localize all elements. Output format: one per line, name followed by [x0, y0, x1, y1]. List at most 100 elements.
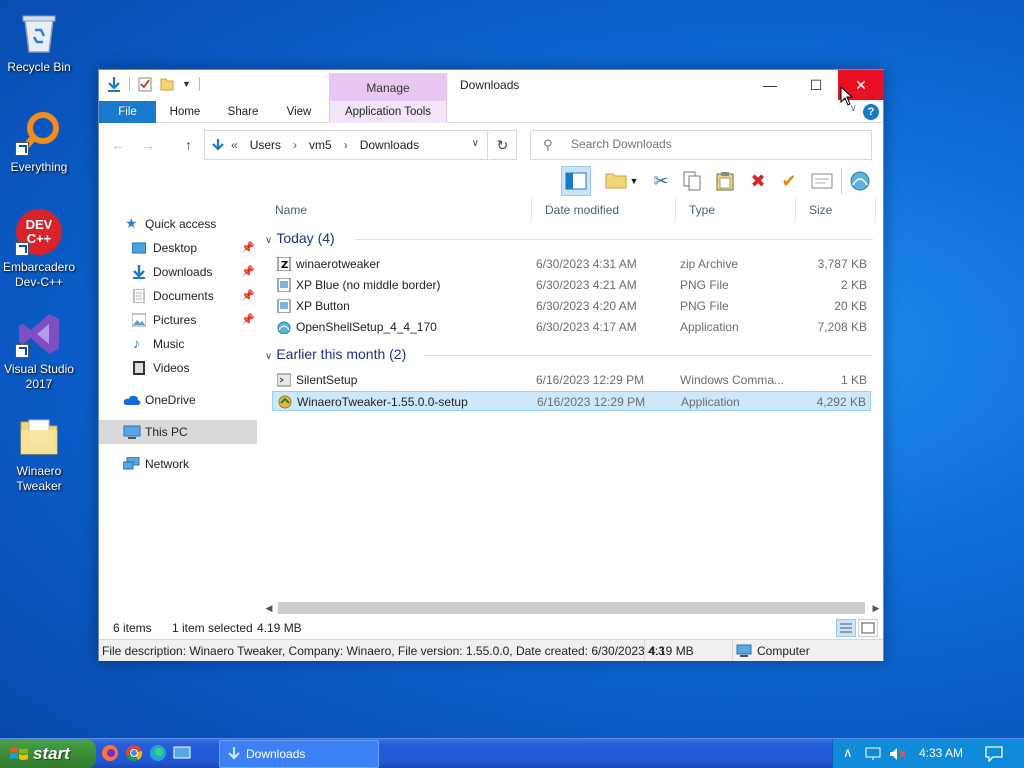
- breadcrumb-separator-icon[interactable]: ›: [344, 138, 348, 152]
- desktop-icon-devcpp[interactable]: DEV C++ Embarcadero Dev-C++: [0, 208, 78, 290]
- navigation-pane-button[interactable]: [561, 166, 591, 196]
- scroll-left-icon[interactable]: ◀: [262, 600, 276, 616]
- nav-onedrive[interactable]: OneDrive: [99, 388, 257, 412]
- breadcrumb-downloads[interactable]: Downloads: [360, 138, 419, 152]
- command-toolbar: ▼ ✂ ✖ ✔: [561, 166, 881, 196]
- file-list: Name Date modified Type Size ∨ Today (4) …: [262, 198, 883, 598]
- file-row[interactable]: XP Button 6/30/2023 4:20 AM PNG File 20 …: [272, 296, 871, 316]
- nav-desktop[interactable]: Desktop 📌: [99, 236, 257, 260]
- horizontal-scrollbar[interactable]: ◀ ▶: [262, 600, 883, 616]
- forward-button[interactable]: →: [141, 137, 155, 153]
- column-header-size[interactable]: Size: [796, 198, 876, 222]
- breadcrumb-vm5[interactable]: vm5: [309, 138, 332, 152]
- nav-this-pc[interactable]: This PC: [99, 420, 257, 444]
- nav-music[interactable]: ♪ Music: [99, 332, 257, 356]
- file-row[interactable]: SilentSetup 6/16/2023 12:29 PM Windows C…: [272, 370, 871, 390]
- paste-icon[interactable]: [710, 166, 740, 196]
- file-type: Windows Comma...: [680, 373, 785, 387]
- desktop-icon-recycle-bin[interactable]: Recycle Bin: [0, 8, 78, 75]
- tab-share[interactable]: Share: [219, 101, 267, 123]
- column-header-date[interactable]: Date modified: [532, 198, 676, 222]
- nav-pictures[interactable]: Pictures 📌: [99, 308, 257, 332]
- nav-documents[interactable]: Documents 📌: [99, 284, 257, 308]
- manage-tab[interactable]: Manage: [329, 73, 447, 101]
- breadcrumb-users[interactable]: Users: [250, 138, 281, 152]
- customize-qat-icon[interactable]: ▼: [182, 79, 191, 89]
- firefox-icon[interactable]: [100, 743, 120, 763]
- desktop-icon-winaero-tweaker[interactable]: Winaero Tweaker: [0, 412, 78, 494]
- tab-application-tools[interactable]: Application Tools: [329, 101, 447, 123]
- properties-icon[interactable]: [138, 76, 152, 92]
- tab-home[interactable]: Home: [161, 101, 209, 123]
- explorer-window[interactable]: ▼ Manage Downloads — ☐ ✕ File Home Share…: [98, 69, 884, 661]
- chrome-icon[interactable]: [124, 743, 144, 763]
- large-icons-view-button[interactable]: [858, 619, 878, 637]
- scroll-right-icon[interactable]: ▶: [869, 600, 883, 616]
- delete-icon[interactable]: ✖: [743, 166, 773, 196]
- computer-icon: [736, 644, 752, 657]
- volume-muted-icon[interactable]: [889, 747, 907, 761]
- breadcrumb-separator-icon[interactable]: ›: [293, 138, 297, 152]
- group-title: Earlier this month (2): [276, 346, 407, 362]
- status-bar: 6 items 1 item selected 4.19 MB: [99, 617, 883, 639]
- file-row[interactable]: OpenShellSetup_4_4_170 6/30/2023 4:17 AM…: [272, 317, 871, 337]
- group-header-today[interactable]: ∨ Today (4): [265, 230, 873, 246]
- title-bar[interactable]: ▼ Manage Downloads — ☐ ✕: [99, 70, 884, 101]
- scrollbar-thumb[interactable]: [278, 602, 865, 614]
- nav-videos[interactable]: Videos: [99, 356, 257, 380]
- address-bar[interactable]: « Users › vm5 › Downloads ∨: [204, 130, 488, 160]
- pin-icon[interactable]: 📌: [241, 308, 255, 332]
- edge-icon[interactable]: [148, 743, 168, 763]
- file-row[interactable]: Z winaerotweaker 6/30/2023 4:31 AM zip A…: [272, 254, 871, 274]
- minimize-button[interactable]: —: [747, 70, 793, 100]
- network-icon[interactable]: [865, 747, 881, 761]
- item-count: 6 items: [113, 621, 152, 635]
- pictures-icon: [132, 313, 146, 327]
- pin-icon[interactable]: 📌: [241, 260, 255, 284]
- nav-quick-access[interactable]: ★ Quick access: [99, 212, 257, 236]
- file-name: XP Blue (no middle border): [296, 278, 441, 292]
- column-header-type[interactable]: Type: [676, 198, 796, 222]
- chevron-up-icon[interactable]: ∧: [843, 745, 853, 761]
- column-header-name[interactable]: Name: [262, 198, 532, 222]
- pin-icon[interactable]: 📌: [241, 284, 255, 308]
- copy-icon[interactable]: [677, 166, 707, 196]
- show-desktop-icon[interactable]: [172, 743, 192, 763]
- cut-icon[interactable]: ✂: [646, 166, 676, 196]
- up-button[interactable]: ↑: [185, 137, 192, 153]
- everything-icon: [15, 108, 63, 156]
- maximize-button[interactable]: ☐: [793, 70, 839, 100]
- desktop-icon-visual-studio[interactable]: Visual Studio 2017: [0, 310, 78, 392]
- desktop-icon-everything[interactable]: Everything: [0, 108, 78, 175]
- notifications-icon[interactable]: [985, 746, 1003, 762]
- nav-downloads[interactable]: Downloads 📌: [99, 260, 257, 284]
- file-row-selected[interactable]: WinaeroTweaker-1.55.0.0-setup 6/16/2023 …: [272, 391, 871, 411]
- clock[interactable]: 4:33 AM: [919, 746, 963, 760]
- pin-icon[interactable]: 📌: [241, 236, 255, 260]
- group-header-earlier-this-month[interactable]: ∨ Earlier this month (2): [265, 346, 873, 362]
- back-button[interactable]: ←: [111, 137, 125, 153]
- details-view-button[interactable]: [836, 619, 856, 637]
- search-box[interactable]: ⚲: [530, 130, 872, 160]
- shortcut-arrow-icon: [15, 242, 29, 256]
- breadcrumb-overflow[interactable]: «: [231, 138, 238, 152]
- download-arrow-icon[interactable]: [107, 76, 121, 92]
- refresh-button[interactable]: ↻: [489, 130, 517, 160]
- taskbar-item-downloads[interactable]: Downloads: [219, 740, 379, 768]
- search-input[interactable]: [571, 137, 861, 151]
- tab-file[interactable]: File: [99, 101, 156, 123]
- chevron-down-icon[interactable]: ∨: [472, 138, 479, 149]
- rename-check-icon[interactable]: ✔: [774, 166, 804, 196]
- file-row[interactable]: XP Blue (no middle border) 6/30/2023 4:2…: [272, 275, 871, 295]
- desktop-icon-label: Everything: [10, 160, 68, 174]
- properties-icon[interactable]: [807, 166, 837, 196]
- taskbar: start Downloads ∧ 4:33 AM: [0, 738, 1024, 768]
- help-button[interactable]: ?: [863, 104, 879, 120]
- png-icon: [277, 299, 291, 313]
- nav-network[interactable]: Network: [99, 452, 257, 476]
- chevron-down-icon[interactable]: ▼: [627, 166, 641, 196]
- tab-view[interactable]: View: [277, 101, 321, 123]
- shell-icon[interactable]: [845, 166, 875, 196]
- new-folder-icon[interactable]: [160, 76, 174, 92]
- start-button[interactable]: start: [0, 739, 96, 768]
